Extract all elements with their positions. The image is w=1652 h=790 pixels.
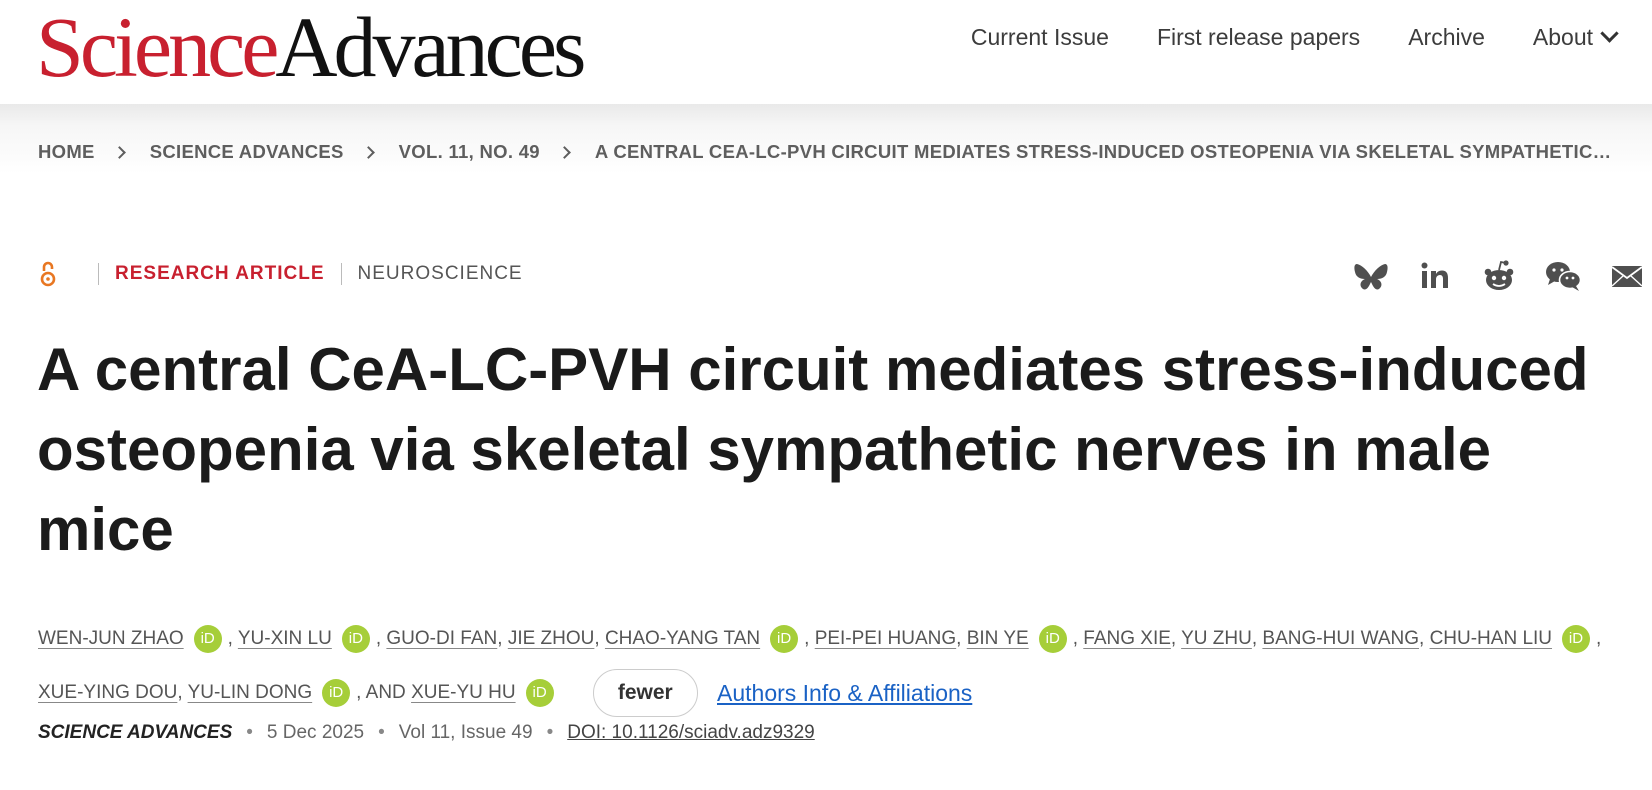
- meta-divider: [98, 263, 99, 285]
- orcid-icon[interactable]: iD: [1038, 624, 1067, 653]
- author-link[interactable]: CHU-HAN LIU: [1430, 628, 1552, 649]
- author-link[interactable]: YU ZHU: [1181, 628, 1252, 649]
- and-separator: , AND: [356, 682, 412, 704]
- author-link[interactable]: XUE-YU HU: [411, 682, 516, 703]
- authors-info-affiliations-link[interactable]: Authors Info & Affiliations: [717, 680, 972, 706]
- breadcrumb-issue[interactable]: VOL. 11, NO. 49: [399, 141, 540, 163]
- linkedin-icon[interactable]: [1416, 258, 1454, 294]
- breadcrumb-journal[interactable]: SCIENCE ADVANCES: [150, 141, 344, 163]
- reddit-icon[interactable]: [1480, 258, 1518, 294]
- publication-date: 5 Dec 2025: [266, 722, 365, 743]
- author-link[interactable]: CHAO-YANG TAN: [605, 628, 760, 649]
- bluesky-icon[interactable]: [1352, 258, 1390, 294]
- article-subject[interactable]: NEUROSCIENCE: [358, 263, 523, 285]
- chevron-right-icon: [361, 145, 375, 159]
- orcid-icon[interactable]: iD: [770, 624, 799, 653]
- nav-current-issue[interactable]: Current Issue: [971, 24, 1109, 51]
- author-link[interactable]: WEN-JUN ZHAO: [38, 628, 184, 649]
- email-icon[interactable]: [1608, 258, 1646, 294]
- orcid-icon[interactable]: iD: [1562, 624, 1591, 653]
- orcid-icon[interactable]: iD: [322, 679, 351, 707]
- nav-about-label: About: [1532, 24, 1593, 50]
- chevron-down-icon: [1600, 24, 1619, 43]
- chevron-right-icon: [112, 145, 126, 159]
- nav-first-release-papers[interactable]: First release papers: [1157, 24, 1360, 51]
- article-title: A central CeA-LC-PVH circuit mediates st…: [37, 336, 1589, 563]
- bullet-separator: •: [246, 722, 253, 743]
- meta-divider: [340, 263, 342, 285]
- logo-science: Science: [36, 0, 279, 95]
- author-link[interactable]: BANG-HUI WANG: [1262, 628, 1419, 649]
- breadcrumb-home[interactable]: HOME: [38, 141, 95, 163]
- share-bar: [1352, 258, 1646, 294]
- doi-link[interactable]: DOI: 10.1126/sciadv.adz9329: [567, 722, 815, 744]
- author-list: WEN-JUN ZHAO iD, YU-XIN LU iD, GUO-DI FAN,…: [38, 612, 1638, 720]
- author-link[interactable]: BIN YE: [967, 628, 1029, 649]
- author-link[interactable]: PEI-PEI HUANG: [815, 628, 956, 649]
- orcid-icon[interactable]: iD: [193, 624, 222, 653]
- breadcrumb: HOME SCIENCE ADVANCES VOL. 11, NO. 49 A …: [38, 141, 1611, 163]
- bullet-separator: •: [546, 722, 554, 743]
- orcid-icon[interactable]: iD: [525, 679, 554, 707]
- author-link[interactable]: GUO-DI FAN: [386, 628, 497, 649]
- wechat-icon[interactable]: [1544, 258, 1582, 294]
- breadcrumb-current-article: A CENTRAL CEA-LC-PVH CIRCUIT MEDIATES ST…: [594, 141, 1612, 162]
- article-type: RESEARCH ARTICLE: [115, 263, 325, 284]
- author-link[interactable]: FANG XIE: [1083, 628, 1171, 649]
- logo-advances: Advances: [275, 0, 586, 95]
- top-navigation: Current Issue First release papers Archi…: [971, 24, 1619, 51]
- orcid-icon[interactable]: iD: [341, 624, 370, 653]
- bullet-separator: •: [378, 722, 385, 743]
- article-meta: RESEARCH ARTICLE NEUROSCIENCE: [38, 260, 523, 288]
- citation-line: SCIENCE ADVANCES • 5 Dec 2025 • Vol 11, …: [38, 722, 815, 744]
- author-link[interactable]: YU-XIN LU: [238, 628, 332, 649]
- author-link[interactable]: JIE ZHOU: [508, 628, 595, 649]
- nav-archive[interactable]: Archive: [1408, 24, 1485, 51]
- chevron-right-icon: [558, 145, 571, 159]
- volume-issue-link[interactable]: Vol 11, Issue 49: [399, 722, 533, 744]
- nav-about[interactable]: About: [1532, 24, 1619, 51]
- journal-name: SCIENCE ADVANCES: [38, 722, 233, 743]
- open-access-icon: [38, 260, 58, 288]
- fewer-authors-button[interactable]: fewer: [592, 669, 698, 717]
- site-header: Science Advances Current Issue First rel…: [0, 0, 1652, 104]
- author-link[interactable]: YU-LIN DONG: [188, 682, 313, 703]
- science-advances-logo[interactable]: Science Advances: [36, 4, 587, 90]
- author-link[interactable]: XUE-YING DOU: [38, 682, 177, 703]
